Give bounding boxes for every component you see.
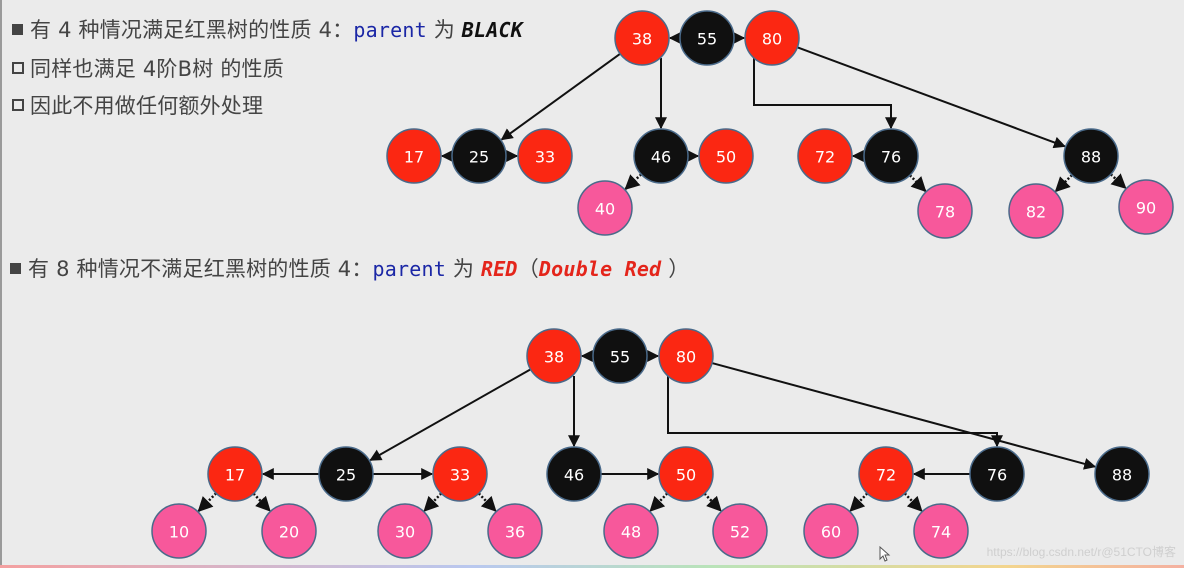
node-key-label: 10 <box>169 523 189 542</box>
edge-72-to-60 <box>849 492 869 512</box>
tree-black-parent: 38 55 80 17 25 33 46 50 72 76 88 40 78 82 90 <box>386 10 1174 239</box>
watermark: https://blog.csdn.net/r@51CTO博客 <box>986 545 1176 559</box>
tree-node-50: 50 <box>698 128 754 184</box>
tree-node-74: 74 <box>913 503 969 559</box>
node-key-label: 20 <box>279 523 299 542</box>
tree-node-38: 38 <box>614 10 670 66</box>
node-key-label: 33 <box>450 466 470 485</box>
tree-node-17: 17 <box>386 128 442 184</box>
edge-80-to-76 <box>667 376 1003 448</box>
node-key-label: 17 <box>404 148 424 167</box>
node-key-label: 25 <box>336 466 356 485</box>
tree-node-33: 33 <box>517 128 573 184</box>
edge-80-to-76 <box>753 58 897 130</box>
node-key-label: 40 <box>595 200 615 219</box>
tree-node-48: 48 <box>603 503 659 559</box>
tree-node-10: 10 <box>151 503 207 559</box>
edge-88-to-90 <box>1109 173 1127 189</box>
edge-50-to-48 <box>649 492 669 512</box>
tree-node-40: 40 <box>577 180 633 236</box>
node-key-label: 78 <box>935 203 955 222</box>
node-key-label: 48 <box>621 523 641 542</box>
edge-33-to-30 <box>423 492 443 512</box>
tree-node-50: 50 <box>658 446 714 502</box>
tree-node-88: 88 <box>1063 128 1119 184</box>
tree-node-78: 78 <box>917 183 973 239</box>
red-black-tree-diagrams: 38 55 80 17 25 33 46 50 72 76 88 40 78 82 90 38 55 80 17 2… <box>151 10 1174 559</box>
node-key-label: 76 <box>881 148 901 167</box>
edge-80-to-88 <box>711 362 1097 470</box>
edge-46-to-40 <box>624 173 643 190</box>
node-key-label: 25 <box>469 148 489 167</box>
edge-72-to-74 <box>903 492 923 512</box>
node-key-label: 82 <box>1026 203 1046 222</box>
node-key-label: 50 <box>716 148 736 167</box>
tree-node-46: 46 <box>546 446 602 502</box>
tree-node-72: 72 <box>858 446 914 502</box>
node-key-label: 72 <box>815 148 835 167</box>
edge-38-to-25 <box>369 368 532 462</box>
node-key-label: 88 <box>1112 466 1132 485</box>
node-key-label: 30 <box>395 523 415 542</box>
node-key-label: 17 <box>225 466 245 485</box>
node-key-label: 55 <box>610 348 630 367</box>
tree-node-36: 36 <box>487 503 543 559</box>
node-key-label: 33 <box>535 148 555 167</box>
tree-node-30: 30 <box>377 503 433 559</box>
tree-node-25: 25 <box>451 128 507 184</box>
tree-node-46: 46 <box>633 128 689 184</box>
node-key-label: 72 <box>876 466 896 485</box>
tree-node-90: 90 <box>1118 179 1174 235</box>
tree-node-20: 20 <box>261 503 317 559</box>
tree-red-parent: 38 55 80 17 25 33 46 50 72 76 88 10 20 30 36 48 52 60 74 <box>151 328 1150 559</box>
tree-node-88: 88 <box>1094 446 1150 502</box>
tree-node-38: 38 <box>526 328 582 384</box>
tree-node-72: 72 <box>797 128 853 184</box>
node-key-label: 36 <box>505 523 525 542</box>
node-key-label: 52 <box>730 523 750 542</box>
tree-node-76: 76 <box>969 446 1025 502</box>
node-key-label: 80 <box>762 30 782 49</box>
edge-88-to-82 <box>1054 174 1073 193</box>
node-key-label: 76 <box>987 466 1007 485</box>
edge-38-to-25 <box>500 53 621 141</box>
node-key-label: 50 <box>676 466 696 485</box>
edge-50-to-52 <box>703 492 722 512</box>
node-key-label: 55 <box>697 30 717 49</box>
node-key-label: 38 <box>544 348 564 367</box>
edge-17-to-10 <box>197 492 217 513</box>
tree-node-82: 82 <box>1008 183 1064 239</box>
node-key-label: 88 <box>1081 148 1101 167</box>
tree-node-80: 80 <box>744 10 800 66</box>
node-key-label: 46 <box>564 466 584 485</box>
edge-33-to-36 <box>477 492 497 512</box>
node-key-label: 60 <box>821 523 841 542</box>
node-key-label: 38 <box>632 30 652 49</box>
tree-node-60: 60 <box>803 503 859 559</box>
mouse-cursor-icon <box>879 546 891 562</box>
tree-node-52: 52 <box>712 503 768 559</box>
node-key-label: 80 <box>676 348 696 367</box>
tree-node-80: 80 <box>658 328 714 384</box>
node-key-label: 46 <box>651 148 671 167</box>
tree-node-17: 17 <box>207 446 263 502</box>
tree-node-25: 25 <box>318 446 374 502</box>
tree-node-55: 55 <box>679 10 735 66</box>
node-key-label: 90 <box>1136 199 1156 218</box>
edge-76-to-78 <box>909 174 927 193</box>
tree-node-55: 55 <box>592 328 648 384</box>
tree-node-33: 33 <box>432 446 488 502</box>
tree-node-76: 76 <box>863 128 919 184</box>
edge-17-to-20 <box>252 492 271 512</box>
node-key-label: 74 <box>931 523 951 542</box>
